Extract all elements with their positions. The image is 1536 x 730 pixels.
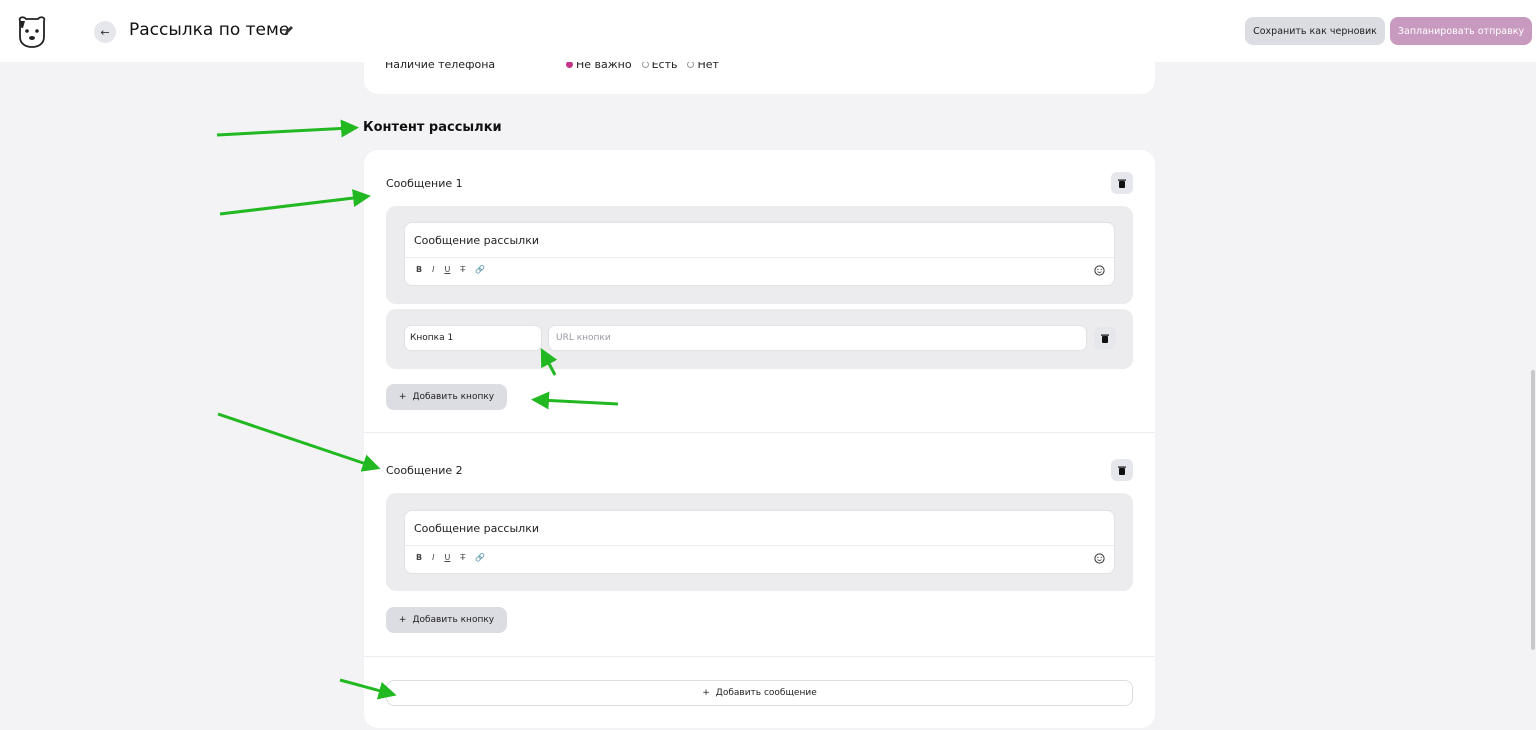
message-2-text[interactable]: Сообщение рассылки (414, 522, 539, 535)
message-divider (364, 656, 1155, 657)
back-button[interactable]: ← (94, 21, 116, 43)
delete-message-1-button[interactable] (1111, 172, 1133, 194)
underline-icon[interactable]: U (444, 265, 450, 274)
editor-divider (405, 545, 1114, 546)
radio-icon (687, 61, 695, 68)
radio-icon (641, 61, 649, 68)
emoji-icon[interactable] (1094, 553, 1105, 564)
format-toolbar: B I U T̶ 🔗 (416, 553, 485, 562)
link-icon[interactable]: 🔗 (475, 553, 485, 562)
plus-icon: + (398, 392, 407, 402)
message-2-editor[interactable]: Сообщение рассылки B I U T̶ 🔗 (404, 510, 1115, 574)
italic-icon[interactable]: I (432, 265, 434, 274)
format-toolbar: B I U T̶ 🔗 (416, 265, 485, 274)
trash-icon (1118, 179, 1126, 188)
save-draft-button[interactable]: Сохранить как черновик (1245, 17, 1385, 45)
button-name-input[interactable]: Кнопка 1 (404, 325, 542, 351)
plus-icon: + (702, 688, 710, 698)
plus-icon: + (398, 615, 407, 625)
button-url-input[interactable]: URL кнопки (548, 325, 1087, 351)
link-icon[interactable]: 🔗 (475, 265, 485, 274)
trash-icon (1118, 466, 1126, 475)
message-2-title: Сообщение 2 (386, 464, 463, 477)
arrow-to-message-2 (217, 412, 381, 472)
message-1-editor[interactable]: Сообщение рассылки B I U T̶ 🔗 (404, 222, 1115, 286)
message-divider (364, 432, 1155, 433)
italic-icon[interactable]: I (432, 553, 434, 562)
top-bar: ← Рассылка по теме Сохранить как чернови… (0, 0, 1536, 62)
message-1-title: Сообщение 1 (386, 177, 463, 190)
underline-icon[interactable]: U (444, 553, 450, 562)
arrow-to-message-1 (219, 189, 371, 216)
radio-selected-icon (566, 61, 573, 68)
strikethrough-icon[interactable]: T̶ (460, 265, 465, 274)
section-title: Контент рассылки (363, 120, 502, 135)
delete-message-2-button[interactable] (1111, 459, 1133, 481)
trash-icon (1101, 334, 1109, 343)
bold-icon[interactable]: B (416, 553, 422, 562)
emoji-icon[interactable] (1094, 265, 1105, 276)
arrow-to-section-title (216, 119, 359, 138)
scrollbar-thumb[interactable] (1531, 370, 1535, 650)
pencil-icon[interactable] (283, 24, 295, 36)
bold-icon[interactable]: B (416, 265, 422, 274)
add-button-button-2[interactable]: + Добавить кнопку (386, 607, 507, 633)
schedule-send-button[interactable]: Запланировать отправку (1390, 17, 1532, 45)
delete-button-button[interactable] (1094, 327, 1116, 349)
message-1-text[interactable]: Сообщение рассылки (414, 234, 539, 247)
editor-divider (405, 257, 1114, 258)
add-button-button-1[interactable]: + Добавить кнопку (386, 384, 507, 410)
arrow-left-icon: ← (100, 25, 110, 39)
page-title: Рассылка по теме (129, 20, 290, 40)
strikethrough-icon[interactable]: T̶ (460, 553, 465, 562)
dog-logo-icon[interactable] (14, 13, 50, 49)
add-message-button[interactable]: + Добавить сообщение (386, 680, 1133, 706)
